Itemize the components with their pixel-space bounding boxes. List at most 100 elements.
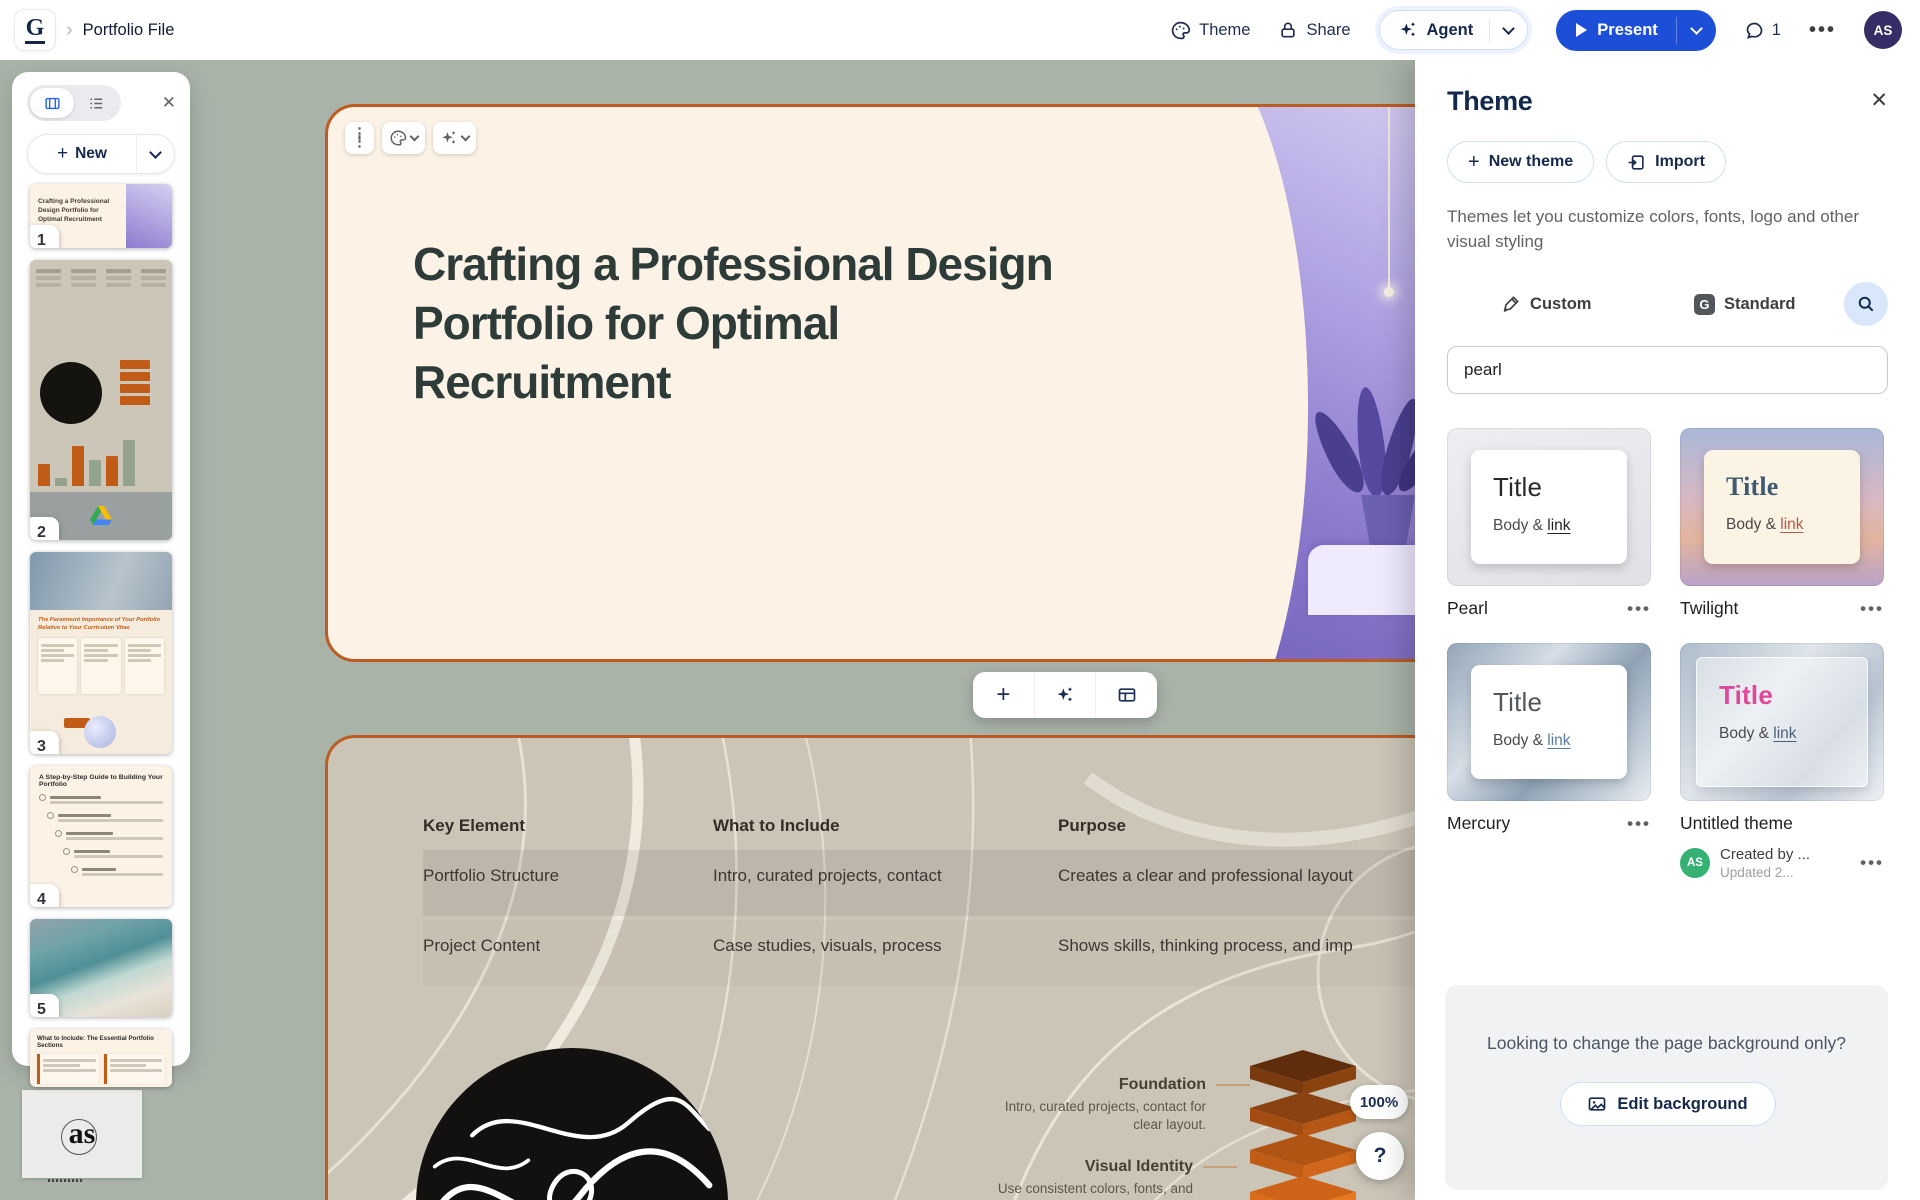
import-icon bbox=[1627, 153, 1646, 172]
table-cell[interactable]: Intro, curated projects, contact bbox=[713, 866, 1058, 886]
theme-menu-icon[interactable]: ••• bbox=[1860, 599, 1884, 619]
preview-body: Body & link bbox=[1719, 725, 1867, 743]
edit-background-label: Edit background bbox=[1617, 1095, 1747, 1114]
preview-body-text: Body & bbox=[1493, 517, 1547, 534]
plus-icon: + bbox=[996, 681, 1010, 709]
table-cell[interactable]: Creates a clear and professional layout bbox=[1058, 866, 1415, 886]
share-button[interactable]: Share bbox=[1278, 20, 1350, 40]
present-dropdown-button[interactable] bbox=[1676, 17, 1716, 44]
theme-menu-icon[interactable]: ••• bbox=[1860, 853, 1884, 873]
theme-card-pearl[interactable]: Title Body & link Pearl ••• bbox=[1447, 428, 1651, 619]
theme-card-mercury[interactable]: Title Body & link Mercury ••• bbox=[1447, 643, 1651, 834]
theme-button[interactable]: Theme bbox=[1170, 20, 1250, 41]
table-cell[interactable]: Project Content bbox=[423, 936, 713, 956]
ai-block-button[interactable] bbox=[1034, 672, 1096, 718]
theme-menu-icon[interactable]: ••• bbox=[1627, 599, 1651, 619]
help-button[interactable]: ? bbox=[1356, 1132, 1404, 1180]
creator-info: Created by ... Updated 2... bbox=[1720, 846, 1810, 880]
slide-1[interactable]: Crafting a Professional Design Portfolio… bbox=[325, 104, 1415, 662]
add-block-button[interactable]: + bbox=[973, 672, 1034, 718]
theme-menu-icon[interactable]: ••• bbox=[1627, 814, 1651, 834]
thumbnail-decoration bbox=[55, 830, 163, 842]
zoom-level-badge[interactable]: 100% bbox=[1350, 1085, 1408, 1119]
diagram-label-text: Use consistent colors, fonts, and motifs bbox=[963, 1180, 1193, 1200]
agent-button-label: Agent bbox=[1427, 21, 1474, 40]
theme-panel-header: Theme ✕ bbox=[1447, 86, 1888, 117]
theme-card-label-row: Twilight ••• bbox=[1680, 598, 1884, 619]
avatar[interactable]: AS bbox=[1864, 11, 1902, 49]
list-view-button[interactable] bbox=[74, 88, 118, 118]
theme-panel-actions: + New theme Import bbox=[1447, 141, 1888, 183]
diagram-label-foundation[interactable]: Foundation Intro, curated projects, cont… bbox=[976, 1076, 1206, 1134]
slide-1-title[interactable]: Crafting a Professional Design Portfolio… bbox=[413, 235, 1093, 412]
comments-button[interactable]: 1 bbox=[1744, 20, 1781, 41]
theme-search-input[interactable] bbox=[1447, 346, 1888, 394]
table-header-cell[interactable]: Purpose bbox=[1058, 816, 1415, 836]
tab-custom[interactable]: Custom bbox=[1447, 294, 1646, 314]
table-header-cell[interactable]: What to Include bbox=[713, 816, 1058, 836]
gamma-logo-icon: G bbox=[25, 16, 46, 44]
thumbnail-slide-1[interactable]: Crafting a Professional Design Portfolio… bbox=[30, 184, 172, 248]
slide-style-button[interactable] bbox=[382, 122, 425, 154]
thumbnail-slide-5[interactable]: 5 bbox=[30, 919, 172, 1017]
table-header-cell[interactable]: Key Element bbox=[423, 816, 713, 836]
agent-button[interactable]: Agent bbox=[1380, 11, 1490, 49]
table-cell[interactable]: Portfolio Structure bbox=[423, 866, 713, 886]
topbar-left: G › Portfolio File bbox=[0, 9, 174, 51]
new-slide-button[interactable]: + New bbox=[28, 143, 136, 165]
preview-title: Title bbox=[1726, 472, 1860, 502]
agent-button-group: Agent bbox=[1379, 10, 1529, 50]
diagram-label-visual-identity[interactable]: Visual Identity Use consistent colors, f… bbox=[963, 1158, 1193, 1200]
drag-handle[interactable]: ⋮⋮ bbox=[345, 122, 374, 154]
thumbnail-slide-4[interactable]: A Step-by-Step Guide to Building Your Po… bbox=[30, 766, 172, 907]
view-toggle bbox=[27, 85, 121, 121]
preview-link: link bbox=[1547, 517, 1570, 534]
theme-card-twilight[interactable]: Title Body & link Twilight ••• bbox=[1680, 428, 1884, 619]
share-button-label: Share bbox=[1306, 21, 1350, 40]
table-cell[interactable]: Case studies, visuals, process bbox=[713, 936, 1058, 956]
sparkles-icon bbox=[1055, 685, 1075, 705]
gamma-logo-button[interactable]: G bbox=[14, 9, 56, 51]
close-icon[interactable]: ✕ bbox=[162, 93, 176, 113]
slide-ai-button[interactable] bbox=[433, 122, 476, 154]
search-toggle-button[interactable] bbox=[1844, 282, 1888, 326]
thumbnail-slide-6[interactable]: What to Include: The Essential Portfolio… bbox=[30, 1029, 172, 1087]
import-theme-button[interactable]: Import bbox=[1606, 141, 1726, 183]
theme-panel-title: Theme bbox=[1447, 86, 1533, 117]
new-slide-dropdown[interactable] bbox=[136, 135, 174, 173]
preview-link: link bbox=[1547, 732, 1570, 749]
present-button-group: Present bbox=[1556, 10, 1716, 51]
theme-card-untitled[interactable]: Title Body & link Untitled theme AS Crea… bbox=[1680, 643, 1884, 880]
table-row[interactable]: Project Content Case studies, visuals, p… bbox=[423, 920, 1415, 986]
grid-view-button[interactable] bbox=[30, 88, 74, 118]
diagram-label-title: Foundation bbox=[976, 1076, 1206, 1094]
thumbnail-caption: Crafting a Professional Design Portfolio… bbox=[38, 198, 124, 224]
thumbnail-decoration bbox=[126, 184, 172, 248]
workspace-logo-widget[interactable]: as bbox=[22, 1090, 142, 1178]
more-options-icon[interactable]: ••• bbox=[1809, 19, 1836, 42]
new-theme-button[interactable]: + New theme bbox=[1447, 141, 1594, 183]
theme-grid: Title Body & link Pearl ••• Title Body &… bbox=[1447, 428, 1888, 880]
tab-standard[interactable]: G Standard bbox=[1646, 294, 1845, 315]
list-icon bbox=[88, 95, 105, 112]
slide-2[interactable]: Key Element What to Include Purpose Port… bbox=[325, 735, 1415, 1200]
layout-block-button[interactable] bbox=[1095, 672, 1157, 718]
chevron-down-icon bbox=[1502, 22, 1515, 35]
close-icon[interactable]: ✕ bbox=[1870, 88, 1888, 113]
sparkles-icon bbox=[1398, 20, 1418, 40]
slide-2-table[interactable]: Key Element What to Include Purpose Port… bbox=[423, 806, 1415, 986]
thumbnail-slide-2[interactable]: 2 bbox=[30, 260, 172, 540]
table-cell[interactable]: Shows skills, thinking process, and imp bbox=[1058, 936, 1415, 956]
theme-creator-row: AS Created by ... Updated 2... ••• bbox=[1680, 846, 1884, 880]
present-button[interactable]: Present bbox=[1556, 10, 1676, 51]
agent-dropdown-button[interactable] bbox=[1489, 19, 1527, 42]
edit-background-button[interactable]: Edit background bbox=[1560, 1082, 1776, 1126]
breadcrumb[interactable]: Portfolio File bbox=[83, 21, 175, 40]
thumbnail-slide-3[interactable]: The Paramount Importance of Your Portfol… bbox=[30, 552, 172, 754]
theme-preview: Title Body & link bbox=[1447, 428, 1651, 586]
table-row[interactable]: Portfolio Structure Intro, curated proje… bbox=[423, 850, 1415, 916]
thumbnail-caption: The Paramount Importance of Your Portfol… bbox=[30, 610, 172, 634]
google-drive-icon bbox=[89, 505, 113, 527]
artwork-wire bbox=[1388, 107, 1390, 289]
theme-name: Mercury bbox=[1447, 813, 1510, 834]
